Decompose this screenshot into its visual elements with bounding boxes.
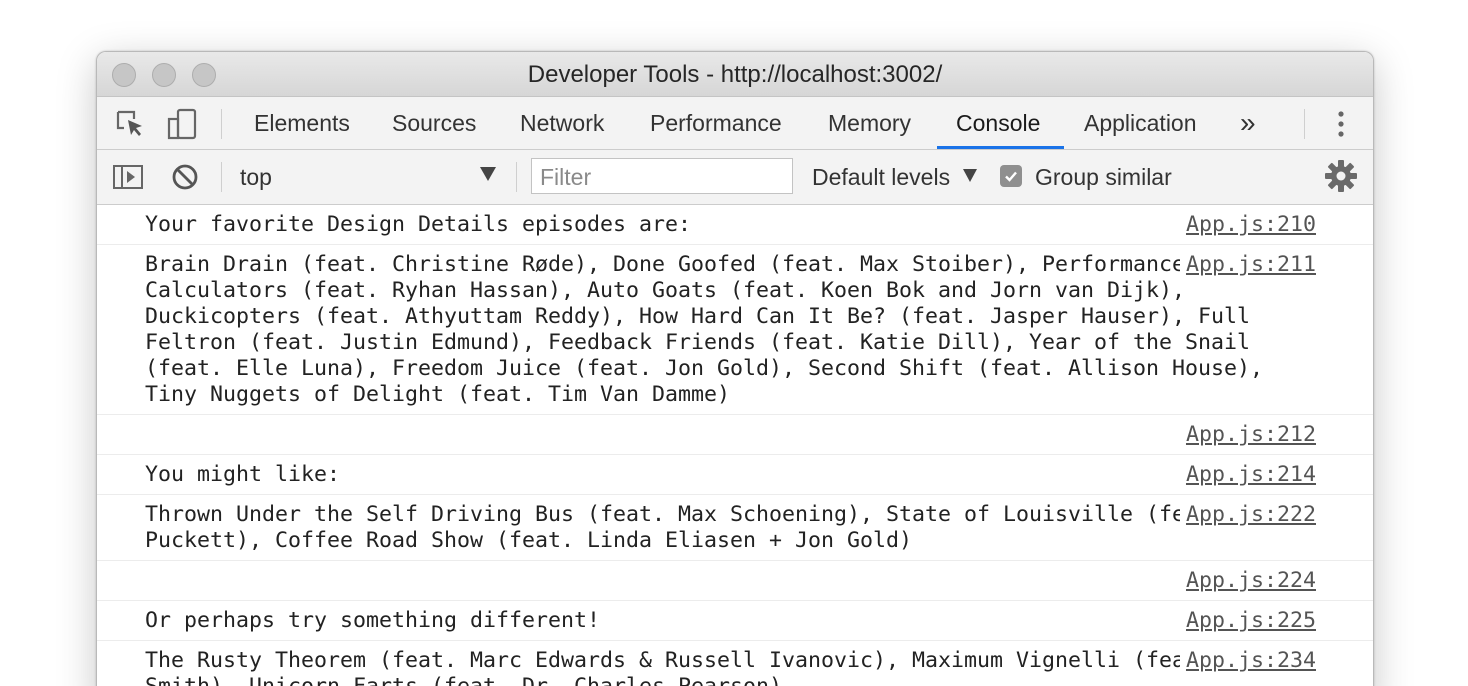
- source-link[interactable]: App.js:225: [1179, 608, 1316, 634]
- more-tabs-chevron-icon[interactable]: »: [1240, 97, 1256, 149]
- console-message: App.js:224: [97, 561, 1373, 601]
- console-message-text: Thrown Under the Self Driving Bus (feat.…: [145, 502, 1289, 553]
- gear-icon[interactable]: [1324, 159, 1358, 193]
- console-message: Thrown Under the Self Driving Bus (feat.…: [97, 495, 1373, 561]
- tab-sources[interactable]: Sources: [392, 97, 476, 149]
- clear-console-icon[interactable]: [167, 159, 203, 195]
- source-link[interactable]: App.js:210: [1179, 212, 1316, 238]
- tabs-separator-right: [1304, 109, 1305, 139]
- title-bar: Developer Tools - http://localhost:3002/: [97, 52, 1373, 97]
- console-message-text: Your favorite Design Details episodes ar…: [145, 212, 692, 237]
- levels-chevron-down-icon[interactable]: [963, 169, 977, 182]
- console-message-text: Brain Drain (feat. Christine Røde), Done…: [145, 252, 1329, 407]
- checkmark-icon: [1005, 171, 1017, 182]
- log-levels-dropdown[interactable]: Default levels: [812, 150, 950, 204]
- console-message-text: The Rusty Theorem (feat. Marc Edwards & …: [145, 648, 1289, 686]
- chevron-down-icon[interactable]: [480, 167, 496, 181]
- console-message: Your favorite Design Details episodes ar…: [97, 205, 1373, 245]
- filter-input[interactable]: [531, 158, 793, 194]
- tabs-separator: [221, 109, 222, 139]
- console-message: Or perhaps try something different! App.…: [97, 601, 1373, 641]
- more-vertical-icon[interactable]: [1323, 106, 1359, 142]
- show-sidebar-icon[interactable]: [110, 159, 146, 195]
- source-link[interactable]: App.js:224: [1179, 568, 1316, 594]
- panel-tabs-bar: Elements Sources Network Performance Mem…: [97, 97, 1373, 150]
- source-link[interactable]: App.js:222: [1179, 502, 1316, 528]
- console-message: You might like: App.js:214: [97, 455, 1373, 495]
- source-link[interactable]: App.js:212: [1179, 422, 1316, 448]
- active-tab-indicator: [937, 146, 1064, 149]
- tab-performance[interactable]: Performance: [650, 97, 782, 149]
- window-title: Developer Tools - http://localhost:3002/: [527, 61, 943, 88]
- tab-memory[interactable]: Memory: [828, 97, 911, 149]
- device-toolbar-icon[interactable]: [164, 106, 200, 142]
- source-link[interactable]: App.js:234: [1179, 648, 1316, 674]
- toolbar-separator: [221, 162, 222, 192]
- tab-elements[interactable]: Elements: [254, 97, 350, 149]
- console-message: The Rusty Theorem (feat. Marc Edwards & …: [97, 641, 1373, 686]
- tab-application[interactable]: Application: [1084, 97, 1197, 149]
- console-message: Brain Drain (feat. Christine Røde), Done…: [97, 245, 1373, 415]
- tab-network[interactable]: Network: [520, 97, 604, 149]
- console-messages: Your favorite Design Details episodes ar…: [97, 205, 1373, 686]
- execution-context-select[interactable]: top: [240, 150, 272, 204]
- console-message-text: Or perhaps try something different!: [145, 608, 601, 633]
- group-similar-checkbox[interactable]: [1000, 165, 1022, 187]
- devtools-window: Developer Tools - http://localhost:3002/…: [96, 51, 1374, 686]
- toolbar-separator-2: [516, 162, 517, 192]
- console-message-text: You might like:: [145, 462, 341, 487]
- source-link[interactable]: App.js:214: [1179, 462, 1316, 488]
- console-message: App.js:212: [97, 415, 1373, 455]
- console-toolbar: top Default levels Group similar: [97, 150, 1373, 205]
- group-similar-label: Group similar: [1035, 164, 1172, 190]
- inspect-element-icon[interactable]: [112, 106, 148, 142]
- source-link[interactable]: App.js:211: [1179, 252, 1316, 278]
- tab-console[interactable]: Console: [956, 97, 1040, 149]
